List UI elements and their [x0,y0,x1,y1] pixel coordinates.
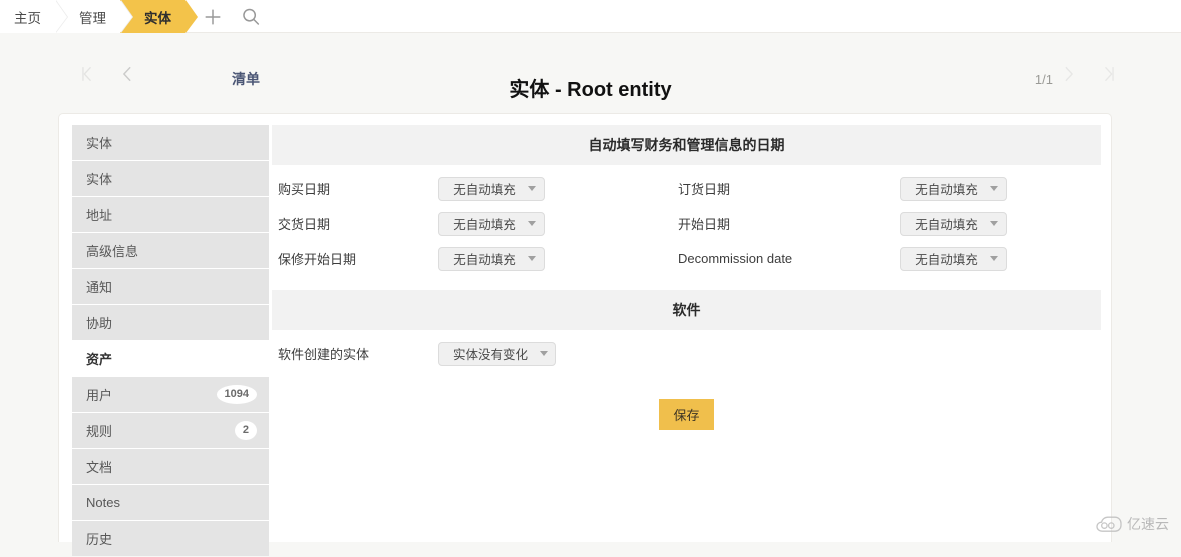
section-header-software: 软件 [272,290,1101,330]
chevron-down-icon [540,351,548,356]
sidebar-item-label: 通知 [86,277,257,296]
sidebar-item-assistance[interactable]: 协助 [72,305,269,340]
sidebar-item-documents[interactable]: 文档 [72,449,269,484]
sidebar-item-entity-2[interactable]: 实体 [72,161,269,196]
sidebar-item-label: 规则 [86,421,235,440]
field-label: 交货日期 [272,214,438,233]
field-label: 软件创建的实体 [272,344,438,363]
delivery-date-dropdown[interactable]: 无自动填充 [438,212,545,236]
form-row: 交货日期 无自动填充 开始日期 无自动填充 [272,206,1101,241]
dropdown-value: 无自动填充 [915,179,978,198]
record-form: 自动填写财务和管理信息的日期 购买日期 无自动填充 订货日期 无自动填充 [272,125,1101,430]
dropdown-value: 无自动填充 [453,179,516,198]
sidebar-item-label: 文档 [86,457,257,476]
search-icon[interactable] [240,6,262,28]
sidebar-item-users[interactable]: 用户 1094 [72,377,269,412]
software-created-entity-dropdown[interactable]: 实体没有变化 [438,342,556,366]
page-counter: 1/1 [1035,72,1053,87]
sidebar-item-advanced-info[interactable]: 高级信息 [72,233,269,268]
page-header: 清单 实体 - Root entity 1/1 [0,33,1181,113]
sidebar-item-label: Notes [86,495,257,510]
chevron-down-icon [990,186,998,191]
sidebar-item-notes[interactable]: Notes [72,485,269,520]
breadcrumb-item-label: 管理 [79,7,106,27]
content-card: 实体 实体 地址 高级信息 通知 协助 资产 用户 1094 规则 2 文档 [58,113,1112,542]
order-date-dropdown[interactable]: 无自动填充 [900,177,1007,201]
breadcrumb-separator-icon [55,0,67,33]
sidebar-item-label: 实体 [86,133,257,152]
watermark-text: 亿速云 [1127,514,1169,534]
form-field-decommission-date: Decommission date 无自动填充 [670,247,1090,271]
form-field-warranty-start-date: 保修开始日期 无自动填充 [272,247,670,271]
save-row: 保存 [272,399,1101,430]
chevron-down-icon [528,186,536,191]
top-tab-bar: 主页 管理 实体 [0,0,1181,33]
sidebar-item-badge: 1094 [217,385,257,404]
sidebar-item-badge: 2 [235,421,257,440]
breadcrumb-item-label: 实体 [144,7,171,27]
record-nav-right [1060,63,1118,85]
next-page-arrow-icon[interactable] [1060,63,1078,85]
form-row: 软件创建的实体 实体没有变化 [272,336,1101,371]
form-row: 保修开始日期 无自动填充 Decommission date 无自动填充 [272,241,1101,276]
sidebar-item-address[interactable]: 地址 [72,197,269,232]
field-label: 订货日期 [670,179,900,198]
section-rows-dates: 购买日期 无自动填充 订货日期 无自动填充 交货日期 [272,165,1101,276]
purchase-date-dropdown[interactable]: 无自动填充 [438,177,545,201]
page-title: 实体 - Root entity [0,73,1181,102]
sidebar-item-label: 实体 [86,169,257,188]
decommission-date-dropdown[interactable]: 无自动填充 [900,247,1007,271]
chevron-down-icon [990,221,998,226]
breadcrumb-item-label: 主页 [14,7,41,27]
form-field-purchase-date: 购买日期 无自动填充 [272,177,670,201]
warranty-start-date-dropdown[interactable]: 无自动填充 [438,247,545,271]
field-label: 开始日期 [670,214,900,233]
watermark: 亿速云 [1096,514,1169,534]
breadcrumb-separator-icon [185,0,197,33]
sidebar-item-label: 协助 [86,313,257,332]
form-row: 购买日期 无自动填充 订货日期 无自动填充 [272,171,1101,206]
sidebar-item-label: 历史 [86,529,257,548]
sidebar-item-history[interactable]: 历史 [72,521,269,556]
form-field-order-date: 订货日期 无自动填充 [670,177,1090,201]
chevron-down-icon [528,221,536,226]
dropdown-value: 无自动填充 [453,249,516,268]
sidebar-item-notifications[interactable]: 通知 [72,269,269,304]
breadcrumb: 主页 管理 实体 [0,0,185,33]
sidebar-item-label: 用户 [86,385,217,404]
form-field-delivery-date: 交货日期 无自动填充 [272,212,670,236]
chevron-down-icon [528,256,536,261]
form-field-start-date: 开始日期 无自动填充 [670,212,1090,236]
dropdown-value: 无自动填充 [915,249,978,268]
last-page-arrow-icon[interactable] [1100,63,1118,85]
tab-tools [190,0,262,33]
sidebar-item-label: 高级信息 [86,241,257,260]
breadcrumb-item-home[interactable]: 主页 [0,0,55,33]
dropdown-value: 实体没有变化 [453,344,528,363]
field-label: 购买日期 [272,179,438,198]
cloud-icon [1096,516,1122,533]
sidebar-item-label: 资产 [86,349,257,368]
start-date-dropdown[interactable]: 无自动填充 [900,212,1007,236]
field-label: Decommission date [670,251,900,266]
section-header-dates: 自动填写财务和管理信息的日期 [272,125,1101,165]
dropdown-value: 无自动填充 [453,214,516,233]
record-sidebar: 实体 实体 地址 高级信息 通知 协助 资产 用户 1094 规则 2 文档 [72,125,269,557]
sidebar-item-entity-1[interactable]: 实体 [72,125,269,160]
sidebar-item-label: 地址 [86,205,257,224]
sidebar-item-rules[interactable]: 规则 2 [72,413,269,448]
form-field-software-created-entity: 软件创建的实体 实体没有变化 [272,342,670,366]
breadcrumb-separator-icon [120,0,132,33]
save-button[interactable]: 保存 [659,399,713,430]
dropdown-value: 无自动填充 [915,214,978,233]
section-rows-software: 软件创建的实体 实体没有变化 [272,330,1101,371]
sidebar-item-assets[interactable]: 资产 [72,341,269,376]
chevron-down-icon [990,256,998,261]
plus-icon[interactable] [202,6,224,28]
field-label: 保修开始日期 [272,249,438,268]
